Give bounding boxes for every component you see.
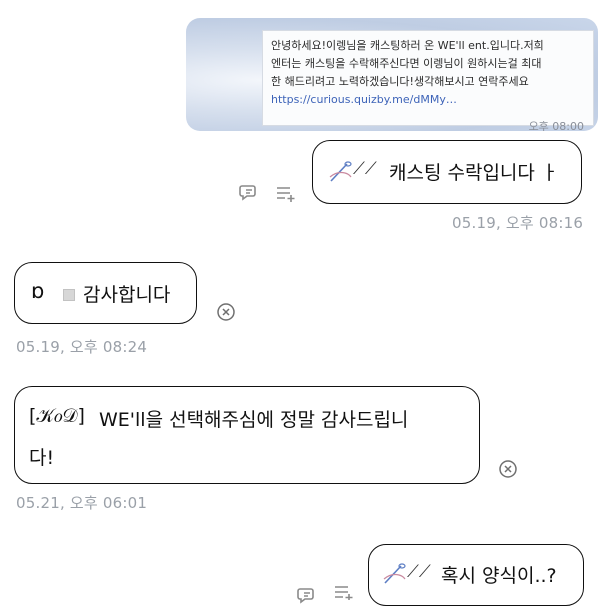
square-emoji-icon — [63, 289, 75, 301]
needle-icon — [381, 561, 407, 587]
message-text-line: 다! — [29, 447, 55, 469]
message-bubble-sent[interactable]: ⟋⟋ 혹시 양식이..? — [368, 544, 584, 606]
close-circle-icon[interactable] — [216, 302, 236, 322]
shared-card-line: 엔터는 캐스팅을 수락해주신다면 이렝님이 원하시는걸 최대 — [271, 57, 542, 70]
message-bubble-received[interactable]: ɒ 감사합니다 — [14, 262, 197, 324]
message-bubble-received[interactable]: [𝒦𝑜𝒟] WE'll을 선택해주심에 정말 감사드립니 다! — [14, 386, 480, 484]
message-text: 캐스팅 수락입니다 ㅏ — [389, 162, 559, 184]
comment-icon[interactable] — [238, 181, 260, 203]
message-text: 감사합니다 — [83, 284, 171, 306]
message-time: 05.19, 오후 08:24 — [16, 338, 148, 356]
shared-card-text: 안녕하세요!이렝님을 캐스팅하러 온 WE'll ent.입니다.저희 엔터는 … — [271, 37, 587, 109]
shared-card-time: 오후 08:00 — [528, 120, 584, 131]
shared-card-line: 안녕하세요!이렝님을 캐스팅하러 온 WE'll ent.입니다.저희 — [271, 39, 544, 52]
list-add-icon[interactable] — [274, 182, 296, 204]
shared-card-link[interactable]: https://curious.quizby.me/dMMy… — [271, 91, 587, 109]
message-time: 05.19, 오후 08:16 — [452, 214, 584, 232]
list-add-icon[interactable] — [332, 584, 354, 600]
message-prefix: ⟋⟋ — [407, 562, 431, 582]
message-tag: [𝒦𝑜𝒟] — [29, 405, 85, 427]
close-circle-icon[interactable] — [498, 459, 518, 479]
shared-link-card[interactable]: 안녕하세요!이렝님을 캐스팅하러 온 WE'll ent.입니다.저희 엔터는 … — [186, 18, 598, 131]
shared-card-line: 한 해드리려고 노력하겠습니다!생각해보시고 연락주세요 — [271, 75, 529, 88]
message-bubble-sent[interactable]: ⟋⟋ 캐스팅 수락입니다 ㅏ — [312, 140, 582, 204]
message-prefix: ⟋⟋ — [353, 159, 377, 179]
message-text: 혹시 양식이..? — [441, 565, 557, 587]
comment-icon[interactable] — [296, 584, 318, 606]
message-prefix: ɒ — [31, 279, 45, 303]
message-text-line: WE'll을 선택해주심에 정말 감사드립니 — [99, 409, 409, 431]
message-time: 05.21, 오후 06:01 — [16, 494, 148, 512]
shared-card-body[interactable]: 안녕하세요!이렝님을 캐스팅하러 온 WE'll ent.입니다.저희 엔터는 … — [262, 30, 594, 126]
needle-icon — [327, 159, 353, 185]
